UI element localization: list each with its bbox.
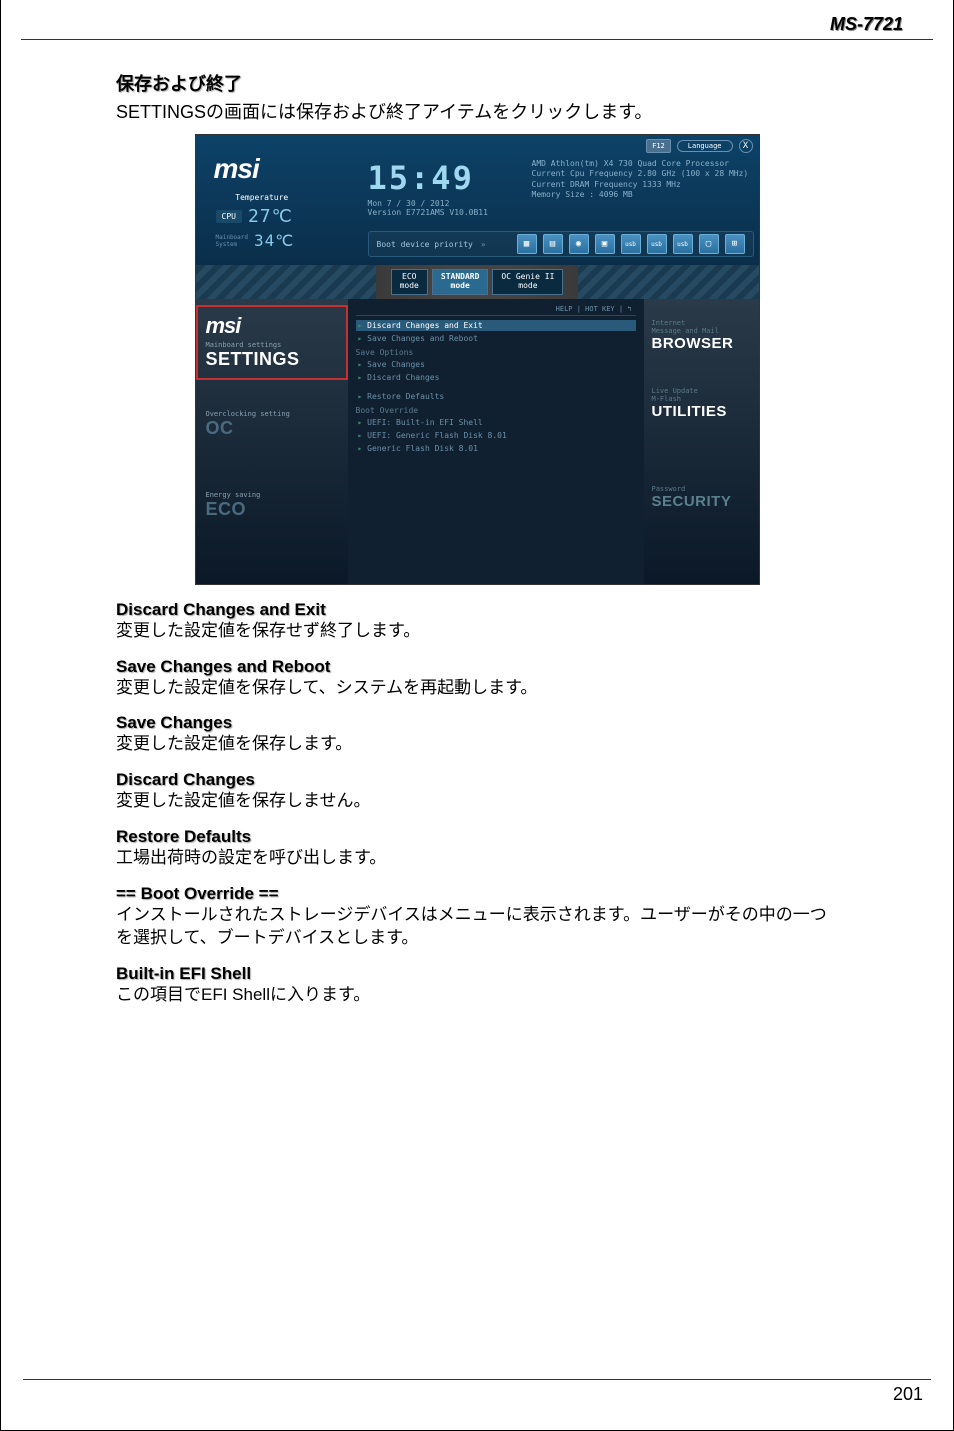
- nav-security-subtitle: Password: [652, 485, 751, 493]
- nav-utilities-label: UTILITIES: [652, 403, 751, 420]
- nav-oc-label: OC: [206, 418, 338, 439]
- menu-save-changes[interactable]: Save Changes: [356, 359, 636, 370]
- bios-screenshot: F12 Language X msi Temperature CPU 27℃ M…: [195, 134, 760, 585]
- menu-boot-item[interactable]: Generic Flash Disk 8.01: [356, 443, 636, 454]
- menu-discard-changes[interactable]: Discard Changes: [356, 372, 636, 383]
- bios-center-panel: HELP | HOT KEY | ↰ Discard Changes and E…: [348, 299, 644, 584]
- bios-left-nav: msi Mainboard settings SETTINGS Overcloc…: [196, 299, 348, 584]
- temperature-block: Temperature CPU 27℃ MainboardSystem 34℃: [216, 193, 295, 250]
- menu-boot-item[interactable]: UEFI: Generic Flash Disk 8.01: [356, 430, 636, 441]
- explain-body: 変更した設定値を保存せず終了します。: [116, 620, 838, 643]
- boot-usb-icon[interactable]: usb: [673, 234, 693, 254]
- boot-usb-icon[interactable]: usb: [621, 234, 641, 254]
- nav-eco-label: ECO: [206, 499, 338, 520]
- info-dram-freq: Current DRAM Frequency 1333 MHz: [532, 180, 749, 190]
- cpu-temperature-value: 27℃: [248, 206, 293, 227]
- explanations: Discard Changes and Exit 変更した設定値を保存せず終了し…: [116, 600, 838, 1008]
- nav-security[interactable]: Password SECURITY: [644, 441, 759, 520]
- section-title: 保存および終了: [116, 70, 838, 96]
- nav-oc-subtitle: Overclocking setting: [206, 410, 338, 418]
- explain-title: Built-in EFI Shell: [116, 964, 838, 984]
- f12-badge[interactable]: F12: [646, 139, 671, 153]
- explain-title: Discard Changes: [116, 770, 838, 790]
- page-number: 201: [893, 1384, 923, 1405]
- explain-body: インストールされたストレージデバイスはメニューに表示されます。ユーザーがその中の…: [116, 904, 838, 950]
- msi-logo-icon: msi: [214, 153, 259, 185]
- explain-title: == Boot Override ==: [116, 884, 838, 904]
- nav-browser-subtitle: InternetMessage and Mail: [652, 319, 751, 335]
- model-number: MS-7721: [21, 0, 933, 40]
- explain-body: 変更した設定値を保存して、システムを再起動します。: [116, 677, 838, 700]
- footer-divider: [23, 1379, 931, 1380]
- clock-time: 15:49: [368, 159, 488, 197]
- nav-settings-label: SETTINGS: [206, 349, 338, 370]
- system-temperature-value: 34℃: [254, 231, 294, 250]
- explain-title: Save Changes: [116, 713, 838, 733]
- bios-header: F12 Language X msi Temperature CPU 27℃ M…: [196, 135, 759, 265]
- boot-usb-icon[interactable]: usb: [647, 234, 667, 254]
- bios-main: msi Mainboard settings SETTINGS Overcloc…: [196, 299, 759, 584]
- stripe-decoration: [196, 265, 376, 299]
- clock-date: Mon 7 / 30 / 2012: [368, 199, 488, 208]
- system-info: AMD Athlon(tm) X4 730 Quad Core Processo…: [532, 159, 749, 201]
- nav-security-label: SECURITY: [652, 493, 751, 510]
- menu-boot-item[interactable]: UEFI: Built-in EFI Shell: [356, 417, 636, 428]
- menu-save-options-header: Save Options: [356, 348, 636, 357]
- mode-tabs: ECOmode STANDARDmode OC Genie IImode: [196, 265, 759, 299]
- boot-device-icon[interactable]: ▢: [699, 234, 719, 254]
- language-button[interactable]: Language: [677, 140, 733, 152]
- oc-genie-mode-tab[interactable]: OC Genie IImode: [492, 269, 563, 295]
- menu-restore-defaults[interactable]: Restore Defaults: [356, 391, 636, 402]
- boot-arrows-icon: »: [481, 240, 486, 249]
- nav-eco-subtitle: Energy saving: [206, 491, 338, 499]
- boot-priority-label: Boot device priority: [377, 240, 473, 249]
- info-cpu-freq: Current Cpu Frequency 2.80 GHz (100 x 28…: [532, 169, 749, 179]
- boot-device-icon[interactable]: ▦: [517, 234, 537, 254]
- cpu-label: CPU: [216, 210, 242, 223]
- boot-device-icon[interactable]: ◉: [569, 234, 589, 254]
- menu-boot-override-header: Boot Override: [356, 406, 636, 415]
- explain-body: この項目でEFI Shellに入ります。: [116, 984, 838, 1007]
- explain-body: 変更した設定値を保存します。: [116, 733, 838, 756]
- explain-body: 変更した設定値を保存しません。: [116, 790, 838, 813]
- nav-settings[interactable]: msi Mainboard settings SETTINGS: [196, 305, 348, 380]
- nav-oc[interactable]: Overclocking setting OC: [196, 380, 348, 449]
- boot-expand-icon[interactable]: ⊞: [725, 234, 745, 254]
- explain-title: Restore Defaults: [116, 827, 838, 847]
- bios-screenshot-container: F12 Language X msi Temperature CPU 27℃ M…: [116, 134, 838, 585]
- nav-browser[interactable]: InternetMessage and Mail BROWSER: [644, 305, 759, 373]
- menu-discard-exit[interactable]: Discard Changes and Exit: [356, 320, 636, 331]
- bios-version: Version E7721AMS V10.0B11: [368, 208, 488, 217]
- section-description: SETTINGSの画面には保存および終了アイテムをクリックします。: [116, 98, 838, 124]
- eco-mode-tab[interactable]: ECOmode: [391, 269, 428, 295]
- boot-device-icon[interactable]: ▤: [543, 234, 563, 254]
- help-bar[interactable]: HELP | HOT KEY | ↰: [356, 303, 636, 316]
- temperature-label: Temperature: [216, 193, 295, 202]
- boot-device-icon[interactable]: ▣: [595, 234, 615, 254]
- clock-block: 15:49 Mon 7 / 30 / 2012 Version E7721AMS…: [368, 159, 488, 217]
- nav-msi-logo-icon: msi: [206, 313, 338, 339]
- info-processor: AMD Athlon(tm) X4 730 Quad Core Processo…: [532, 159, 749, 169]
- close-icon[interactable]: X: [739, 139, 753, 153]
- explain-body: 工場出荷時の設定を呼び出します。: [116, 847, 838, 870]
- stripe-decoration: [578, 265, 758, 299]
- system-label: MainboardSystem: [216, 234, 249, 248]
- explain-title: Save Changes and Reboot: [116, 657, 838, 677]
- menu-save-reboot[interactable]: Save Changes and Reboot: [356, 333, 636, 344]
- explain-title: Discard Changes and Exit: [116, 600, 838, 620]
- boot-priority-bar[interactable]: Boot device priority » ▦ ▤ ◉ ▣ usb usb u…: [368, 231, 754, 257]
- nav-utilities[interactable]: Live UpdateM-Flash UTILITIES: [644, 373, 759, 441]
- nav-browser-label: BROWSER: [652, 335, 751, 352]
- info-memory: Memory Size : 4096 MB: [532, 190, 749, 200]
- nav-eco[interactable]: Energy saving ECO: [196, 449, 348, 530]
- nav-utilities-subtitle: Live UpdateM-Flash: [652, 387, 751, 403]
- nav-settings-subtitle: Mainboard settings: [206, 341, 338, 349]
- standard-mode-tab[interactable]: STANDARDmode: [432, 269, 489, 295]
- bios-right-nav: InternetMessage and Mail BROWSER Live Up…: [644, 299, 759, 584]
